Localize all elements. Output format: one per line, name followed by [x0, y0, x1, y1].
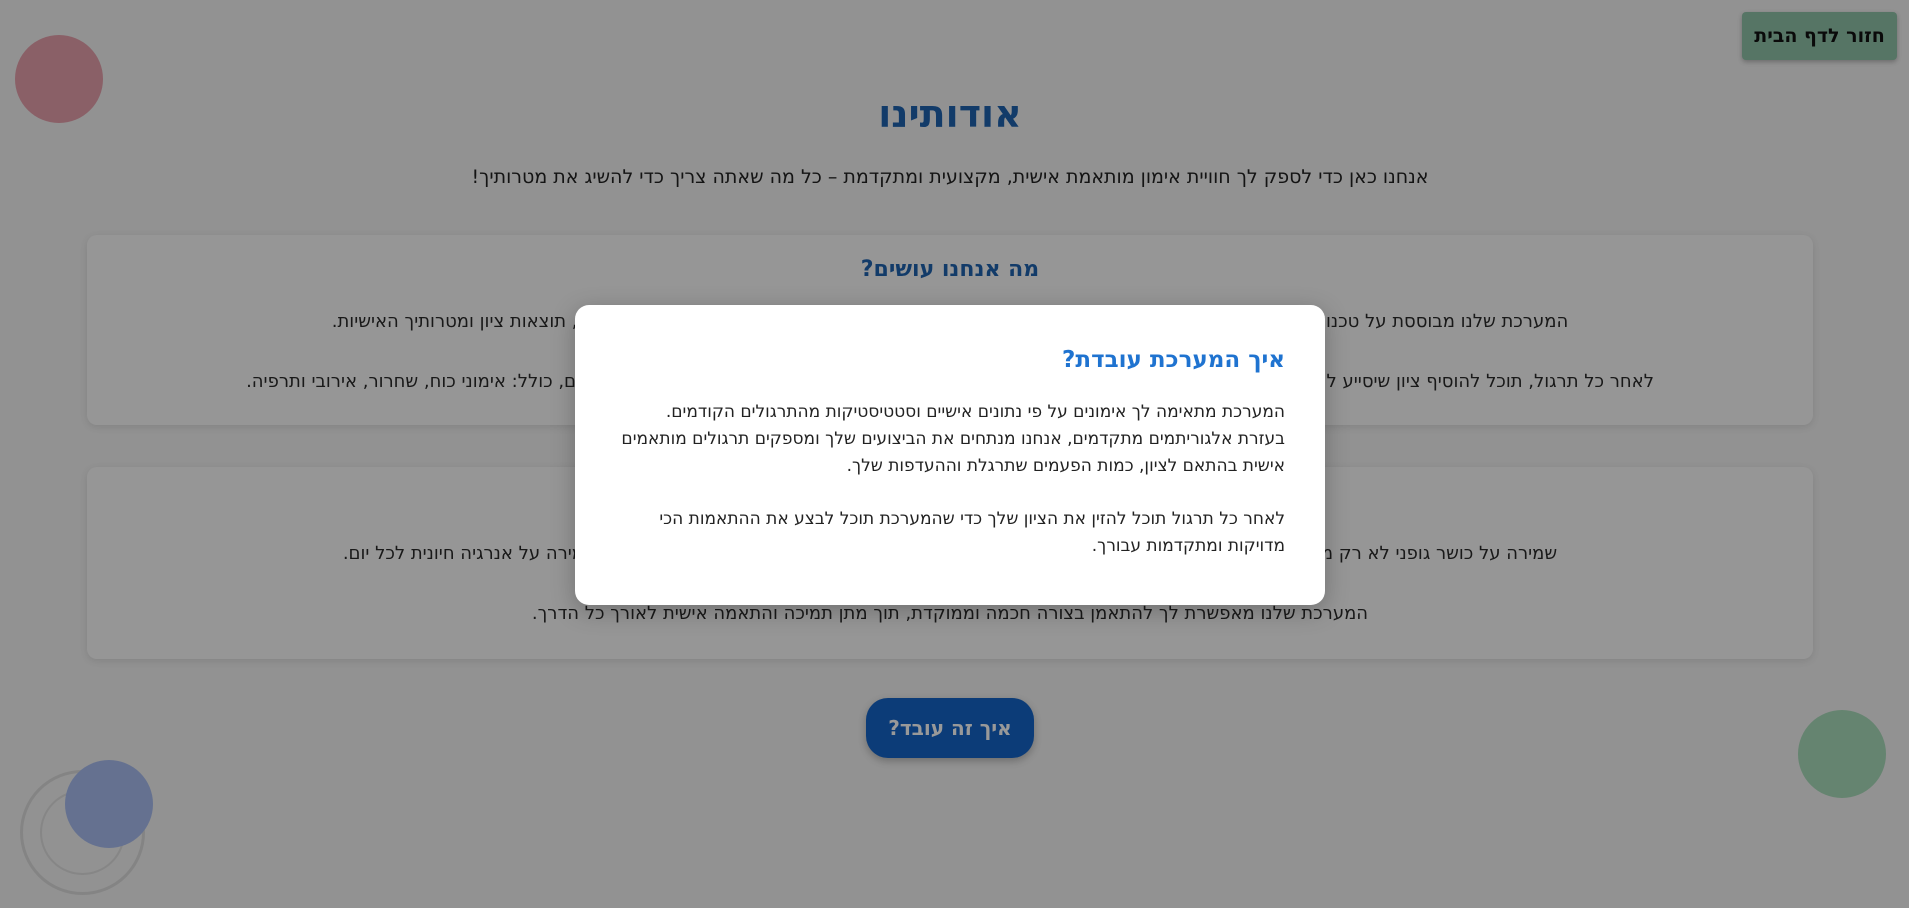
modal-paragraph-1: המערכת מתאימה לך אימונים על פי נתונים אי… [621, 402, 1285, 476]
modal-title: איך המערכת עובדת? [1062, 347, 1285, 373]
how-it-works-modal: איך המערכת עובדת? המערכת מתאימה לך אימונ… [575, 305, 1325, 605]
modal-paragraph-2: לאחר כל תרגול תוכל להזין את הציון שלך כד… [659, 509, 1285, 556]
about-page: חזור לדף הבית אודותינו אנחנו כאן כדי לספ… [0, 0, 1909, 908]
